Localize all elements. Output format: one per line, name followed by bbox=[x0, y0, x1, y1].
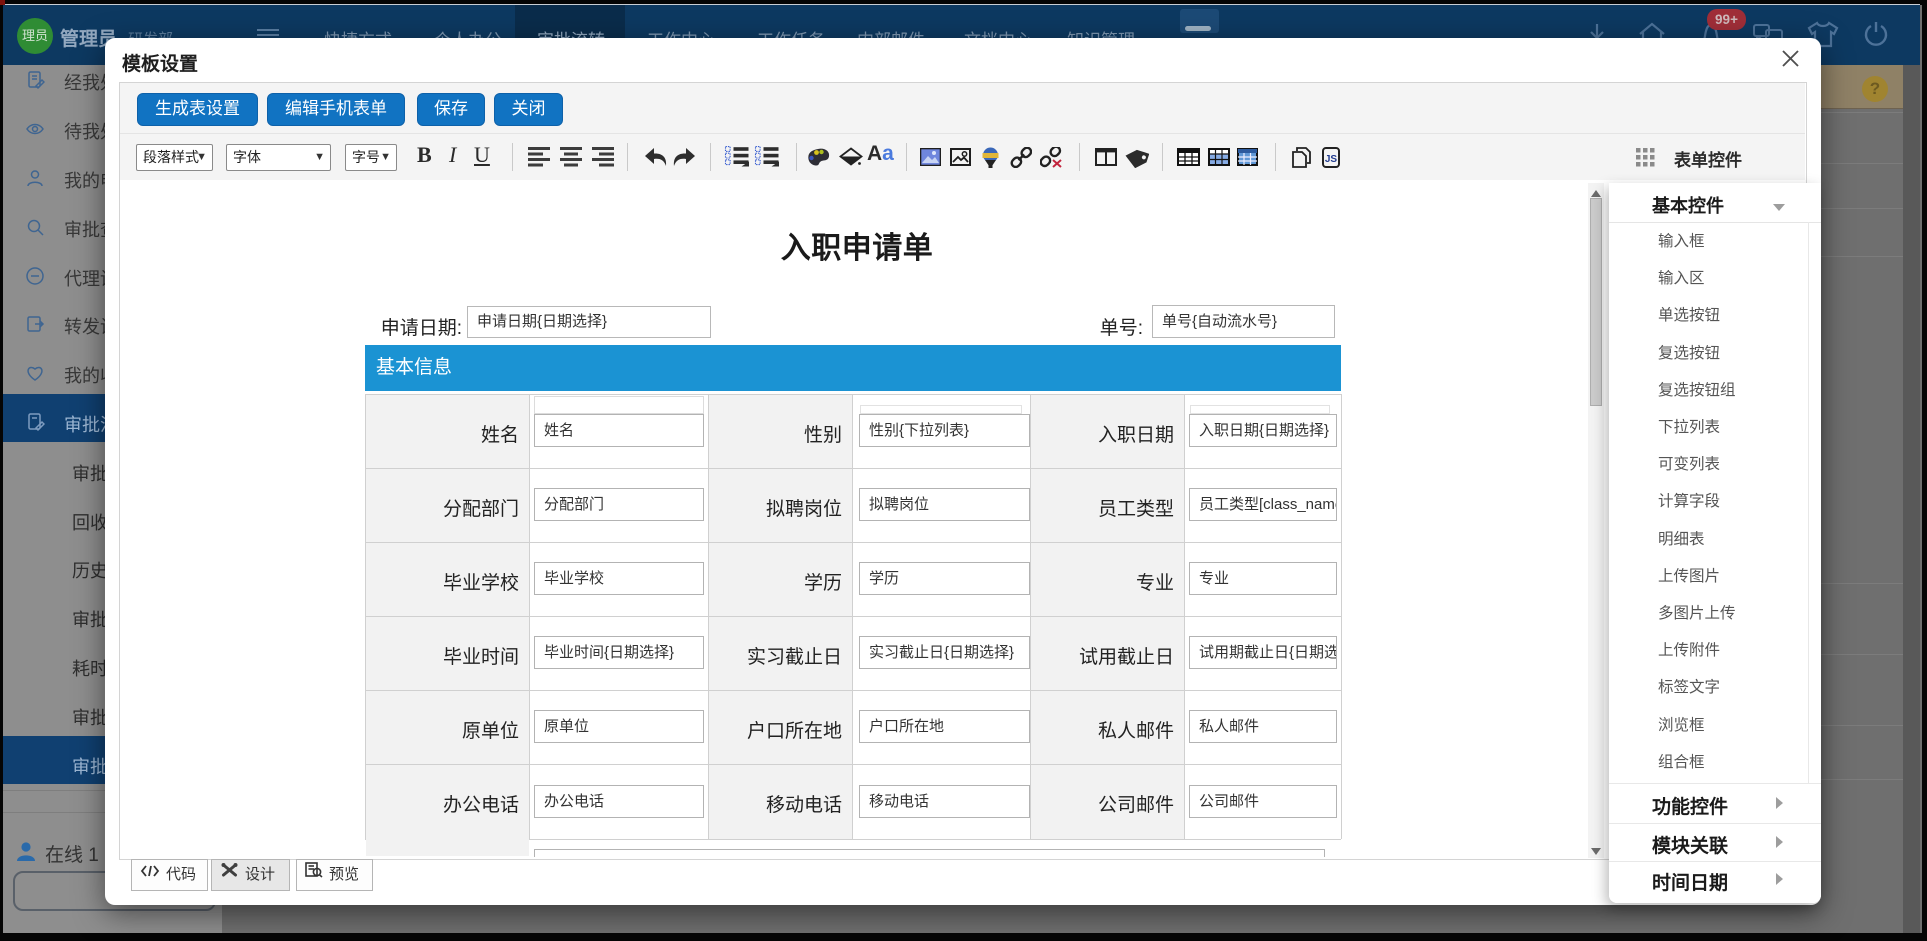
svg-text:JS: JS bbox=[1325, 154, 1338, 165]
